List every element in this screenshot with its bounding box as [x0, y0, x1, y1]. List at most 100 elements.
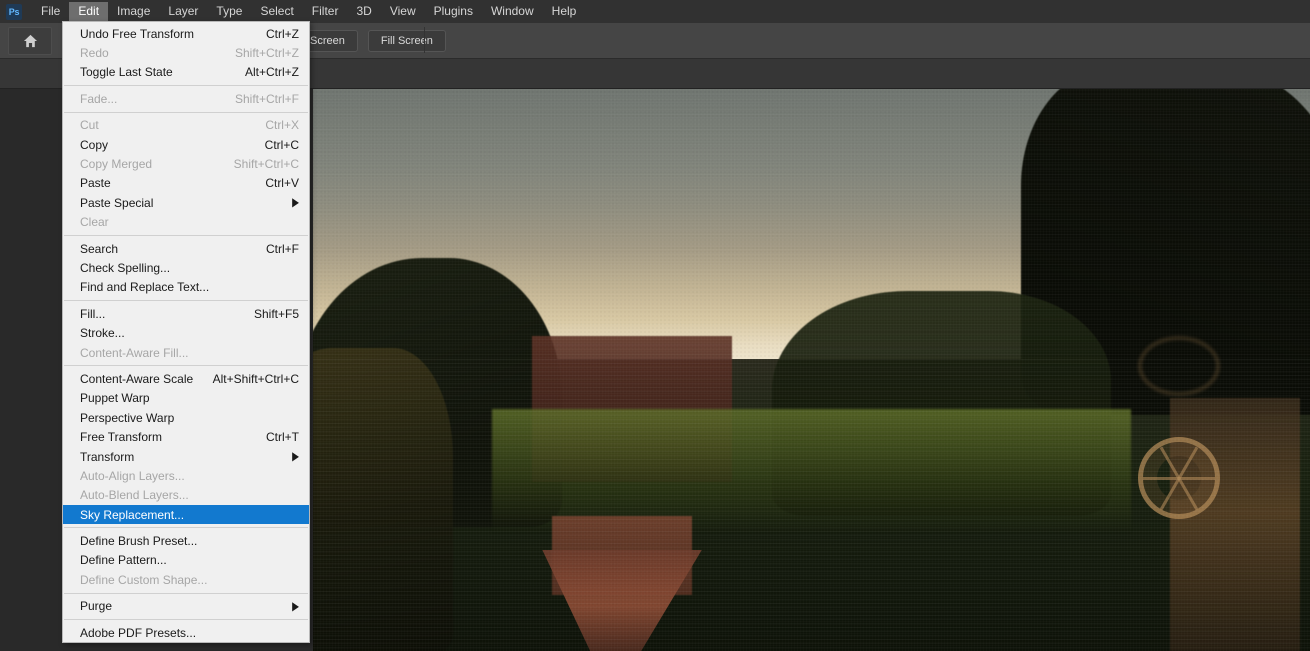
image-mill-tower	[1170, 398, 1301, 651]
menu-item-shortcut: Shift+Ctrl+C	[233, 157, 299, 172]
image-reeds	[492, 409, 1131, 533]
menu-item-search[interactable]: Search Ctrl+F	[63, 239, 309, 258]
menu-item-label: Content-Aware Fill...	[80, 345, 189, 360]
menu-item-shortcut: Ctrl+T	[266, 430, 299, 445]
menu-bar-item-window[interactable]: Window	[482, 2, 543, 22]
menu-item-shortcut: Alt+Shift+Ctrl+C	[212, 371, 299, 386]
home-icon	[23, 34, 37, 48]
menu-separator	[64, 527, 308, 529]
menu-item-label: Copy	[80, 137, 109, 152]
menu-item-copy-merged: Copy Merged Shift+Ctrl+C	[63, 154, 309, 173]
menu-item-label: Free Transform	[80, 430, 163, 445]
photoshop-window: Screen Fill Screen cosmin-g , RGB/8*) * …	[0, 0, 1310, 651]
menu-item-transform[interactable]: Transform ▶	[63, 447, 309, 466]
fill-screen-button[interactable]: Fill Screen	[367, 30, 446, 52]
menu-separator	[64, 618, 308, 620]
menu-bar-item-edit[interactable]: Edit	[69, 1, 109, 22]
menu-bar: Ps File Edit Image Layer Type Select Filter 3D V…	[0, 0, 1310, 23]
menu-item-shortcut: Shift+Ctrl+F	[234, 91, 299, 106]
menu-item-undo-free-transform[interactable]: Undo Free Transform Ctrl+Z	[63, 24, 309, 43]
menu-item-paste-special[interactable]: Paste Special ▶	[63, 193, 309, 212]
menu-item-fill[interactable]: Fill... Shift+F5	[63, 304, 309, 323]
menu-item-sky-replacement[interactable]: Sky Replacement...	[63, 504, 309, 525]
menu-item-shortcut: Ctrl+F	[266, 241, 299, 256]
menu-item-label: Find and Replace Text...	[80, 280, 210, 295]
menu-item-label: Define Brush Preset...	[80, 534, 198, 549]
image-waterwheel-spoke	[1159, 446, 1199, 511]
menu-item-free-transform[interactable]: Free Transform Ctrl+T	[63, 427, 309, 446]
menu-item-stroke[interactable]: Stroke...	[63, 323, 309, 342]
menu-item-cut: Cut Ctrl+X	[63, 116, 309, 135]
menu-item-redo: Redo Shift+Ctrl+Z	[63, 43, 309, 62]
submenu-arrow-icon: ▶	[292, 598, 299, 613]
menu-item-shortcut: Ctrl+X	[265, 118, 299, 133]
menu-item-shortcut: Shift+Ctrl+Z	[234, 46, 299, 61]
menu-item-label: Cut	[80, 118, 99, 133]
menu-bar-item-layer[interactable]: Layer	[159, 2, 207, 22]
menu-separator	[64, 111, 308, 113]
menu-item-perspective-warp[interactable]: Perspective Warp	[63, 408, 309, 427]
menu-item-purge[interactable]: Purge ▶	[63, 597, 309, 616]
menu-bar-item-select[interactable]: Select	[251, 2, 302, 22]
menu-item-content-aware-scale[interactable]: Content-Aware Scale Alt+Shift+Ctrl+C	[63, 369, 309, 388]
menu-item-check-spelling[interactable]: Check Spelling...	[63, 258, 309, 277]
menu-item-adobe-pdf-presets[interactable]: Adobe PDF Presets...	[63, 623, 309, 642]
menu-item-define-pattern[interactable]: Define Pattern...	[63, 551, 309, 570]
canvas-image	[313, 89, 1310, 651]
menu-item-auto-align-layers: Auto-Align Layers...	[63, 466, 309, 485]
menu-item-label: Clear	[80, 215, 109, 230]
menu-item-shortcut: Shift+F5	[253, 306, 299, 321]
menu-bar-item-type[interactable]: Type	[207, 2, 251, 22]
image-tree-left-foreground	[313, 347, 453, 651]
menu-item-label: Transform	[80, 449, 135, 464]
menu-item-label: Undo Free Transform	[80, 26, 195, 41]
menu-separator	[64, 365, 308, 367]
menu-item-label: Check Spelling...	[80, 260, 171, 275]
menu-bar-items: File Edit Image Layer Type Select Filter 3D View…	[32, 1, 586, 22]
menu-item-define-brush-preset[interactable]: Define Brush Preset...	[63, 531, 309, 550]
menu-item-label: Copy Merged	[80, 157, 153, 172]
document-canvas[interactable]	[313, 89, 1310, 651]
menu-bar-item-plugins[interactable]: Plugins	[425, 2, 482, 22]
menu-separator	[64, 300, 308, 302]
menu-bar-item-3d[interactable]: 3D	[347, 2, 380, 22]
menu-bar-item-help[interactable]: Help	[543, 2, 586, 22]
menu-item-content-aware-fill: Content-Aware Fill...	[63, 343, 309, 362]
menu-item-fade: Fade... Shift+Ctrl+F	[63, 89, 309, 108]
home-button[interactable]	[8, 27, 52, 55]
menu-item-label: Auto-Align Layers...	[80, 468, 185, 483]
menu-item-label: Stroke...	[80, 326, 125, 341]
menu-item-paste[interactable]: Paste Ctrl+V	[63, 174, 309, 193]
menu-item-shortcut: Ctrl+V	[265, 176, 299, 191]
menu-item-label: Purge	[80, 599, 113, 614]
menu-item-shortcut: Ctrl+C	[264, 137, 299, 152]
menu-item-label: Fill...	[80, 306, 106, 321]
edit-menu-dropdown[interactable]: Undo Free Transform Ctrl+Z Redo Shift+Ctrl+…	[62, 21, 310, 644]
menu-item-label: Perspective Warp	[80, 410, 175, 425]
menu-item-label: Adobe PDF Presets...	[80, 625, 197, 640]
photoshop-logo-icon: Ps	[6, 3, 22, 20]
menu-item-copy[interactable]: Copy Ctrl+C	[63, 135, 309, 154]
menu-item-shortcut: Alt+Ctrl+Z	[244, 65, 299, 80]
menu-item-auto-blend-layers: Auto-Blend Layers...	[63, 486, 309, 505]
menu-separator	[64, 234, 308, 236]
menu-bar-item-filter[interactable]: Filter	[303, 2, 348, 22]
menu-separator	[64, 85, 308, 87]
menu-item-toggle-last-state[interactable]: Toggle Last State Alt+Ctrl+Z	[63, 63, 309, 82]
menu-bar-item-file[interactable]: File	[32, 2, 69, 22]
menu-item-label: Fade...	[80, 91, 118, 106]
menu-item-label: Search	[80, 241, 119, 256]
menu-item-label: Puppet Warp	[80, 391, 150, 406]
menu-item-label: Auto-Blend Layers...	[80, 488, 189, 503]
menu-item-label: Redo	[80, 46, 109, 61]
menu-item-find-and-replace-text[interactable]: Find and Replace Text...	[63, 278, 309, 297]
menu-item-label: Define Custom Shape...	[80, 572, 208, 587]
menu-item-label: Toggle Last State	[80, 65, 173, 80]
menu-item-label: Sky Replacement...	[80, 507, 185, 522]
menu-separator	[64, 592, 308, 594]
menu-bar-item-view[interactable]: View	[381, 2, 425, 22]
menu-bar-item-image[interactable]: Image	[108, 2, 159, 22]
submenu-arrow-icon: ▶	[292, 449, 299, 463]
submenu-arrow-icon: ▶	[292, 195, 299, 209]
menu-item-puppet-warp[interactable]: Puppet Warp	[63, 389, 309, 408]
